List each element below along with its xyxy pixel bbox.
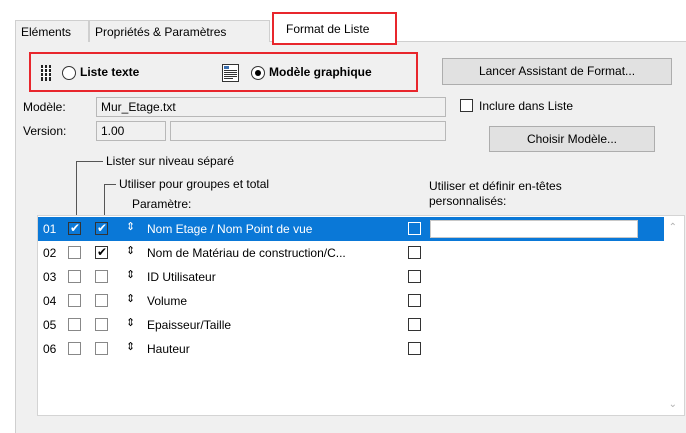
parameter-list[interactable]: 01 ✔ ✔ ⇕ Nom Etage / Nom Point de vue 02 ✔ ⇕ Nom…: [37, 215, 685, 416]
sort-updown-icon[interactable]: ⇕: [126, 316, 135, 329]
separate-level-checkbox[interactable]: ✔: [68, 221, 81, 235]
tab-elements[interactable]: Eléments: [15, 20, 89, 42]
separate-level-checkbox[interactable]: [68, 294, 81, 307]
parameter-name: Nom de Matériau de construction/C...: [147, 246, 346, 260]
row-number: 04: [43, 294, 57, 308]
parameter-name: Hauteur: [147, 342, 190, 356]
row-number: 05: [43, 318, 57, 332]
custom-header-checkbox[interactable]: [408, 270, 421, 283]
graphic-template-icon: [221, 63, 241, 83]
version-field: 1.00: [96, 121, 166, 141]
scroll-down-arrow-icon[interactable]: ⌄: [669, 399, 677, 410]
tab-properties-parameters[interactable]: Propriétés & Paramètres: [89, 20, 270, 42]
sort-updown-icon[interactable]: ⇕: [126, 340, 135, 353]
tab-strip: Eléments Propriétés & Paramètres Format …: [15, 12, 686, 45]
custom-header-checkbox[interactable]: [408, 342, 421, 355]
group-total-checkbox[interactable]: [95, 294, 108, 307]
version-label: Version:: [23, 124, 67, 138]
level-connector-line-h: [76, 161, 103, 162]
custom-headers-header: Utiliser et définir en-têtes: [429, 179, 562, 193]
group-total-checkbox[interactable]: ✔: [95, 245, 108, 259]
separate-level-header: Lister sur niveau séparé: [106, 154, 235, 168]
custom-header-input[interactable]: [430, 220, 638, 238]
list-mode-group: Liste texte Modèle graphique: [29, 52, 418, 92]
group-total-checkbox[interactable]: [95, 318, 108, 331]
sort-updown-icon[interactable]: ⇕: [126, 268, 135, 281]
group-total-checkbox[interactable]: [95, 270, 108, 283]
scroll-up-arrow-icon[interactable]: ⌃: [669, 222, 677, 233]
model-label: Modèle:: [23, 100, 66, 114]
group-connector-line-h: [104, 184, 116, 185]
parameter-name: Nom Etage / Nom Point de vue: [147, 222, 313, 236]
custom-header-checkbox[interactable]: [408, 222, 421, 235]
model-field: Mur_Etage.txt: [96, 97, 446, 117]
text-list-icon: [39, 63, 59, 83]
row-number: 03: [43, 270, 57, 284]
check-icon: ✔: [97, 221, 108, 235]
graphic-template-label[interactable]: Modèle graphique: [269, 65, 372, 79]
sort-updown-icon[interactable]: ⇕: [126, 220, 135, 233]
text-list-label[interactable]: Liste texte: [80, 65, 139, 79]
level-connector-line: [76, 161, 77, 216]
version-description-field: [170, 121, 446, 141]
table-row[interactable]: 03 ⇕ ID Utilisateur: [38, 265, 664, 289]
include-in-list-checkbox[interactable]: [460, 99, 473, 112]
include-in-list-label[interactable]: Inclure dans Liste: [479, 99, 573, 113]
table-row[interactable]: 01 ✔ ✔ ⇕ Nom Etage / Nom Point de vue: [38, 217, 664, 241]
sort-updown-icon[interactable]: ⇕: [126, 244, 135, 257]
parameter-name: Volume: [147, 294, 188, 308]
parameter-name: ID Utilisateur: [147, 270, 216, 284]
custom-header-checkbox[interactable]: [408, 246, 421, 259]
group-connector-line: [104, 184, 105, 216]
group-total-checkbox[interactable]: ✔: [95, 221, 108, 235]
parameter-name: Epaisseur/Taille: [147, 318, 232, 332]
row-number: 06: [43, 342, 57, 356]
groups-total-header: Utiliser pour groupes et total: [119, 177, 270, 191]
graphic-template-radio[interactable]: [251, 66, 265, 80]
separate-level-checkbox[interactable]: [68, 342, 81, 355]
separate-level-checkbox[interactable]: [68, 246, 81, 259]
row-number: 01: [43, 222, 57, 236]
custom-header-checkbox[interactable]: [408, 294, 421, 307]
custom-headers-header-2: personnalisés:: [429, 194, 507, 208]
table-row[interactable]: 02 ✔ ⇕ Nom de Matériau de construction/C...: [38, 241, 664, 265]
check-icon: ✔: [70, 221, 81, 235]
parameter-header: Paramètre:: [132, 197, 192, 211]
group-total-checkbox[interactable]: [95, 342, 108, 355]
sort-updown-icon[interactable]: ⇕: [126, 292, 135, 305]
check-icon: ✔: [97, 245, 108, 259]
choose-model-button[interactable]: Choisir Modèle...: [489, 126, 655, 152]
launch-format-wizard-button[interactable]: Lancer Assistant de Format...: [442, 58, 672, 85]
text-list-radio[interactable]: [62, 66, 76, 80]
table-row[interactable]: 04 ⇕ Volume: [38, 289, 664, 313]
row-number: 02: [43, 246, 57, 260]
table-row[interactable]: 05 ⇕ Epaisseur/Taille: [38, 313, 664, 337]
tab-list-format[interactable]: Format de Liste: [272, 12, 397, 45]
list-format-panel: Liste texte Modèle graphique Lancer Assi…: [15, 42, 686, 433]
separate-level-checkbox[interactable]: [68, 318, 81, 331]
separate-level-checkbox[interactable]: [68, 270, 81, 283]
table-row[interactable]: 06 ⇕ Hauteur: [38, 337, 664, 361]
custom-header-checkbox[interactable]: [408, 318, 421, 331]
